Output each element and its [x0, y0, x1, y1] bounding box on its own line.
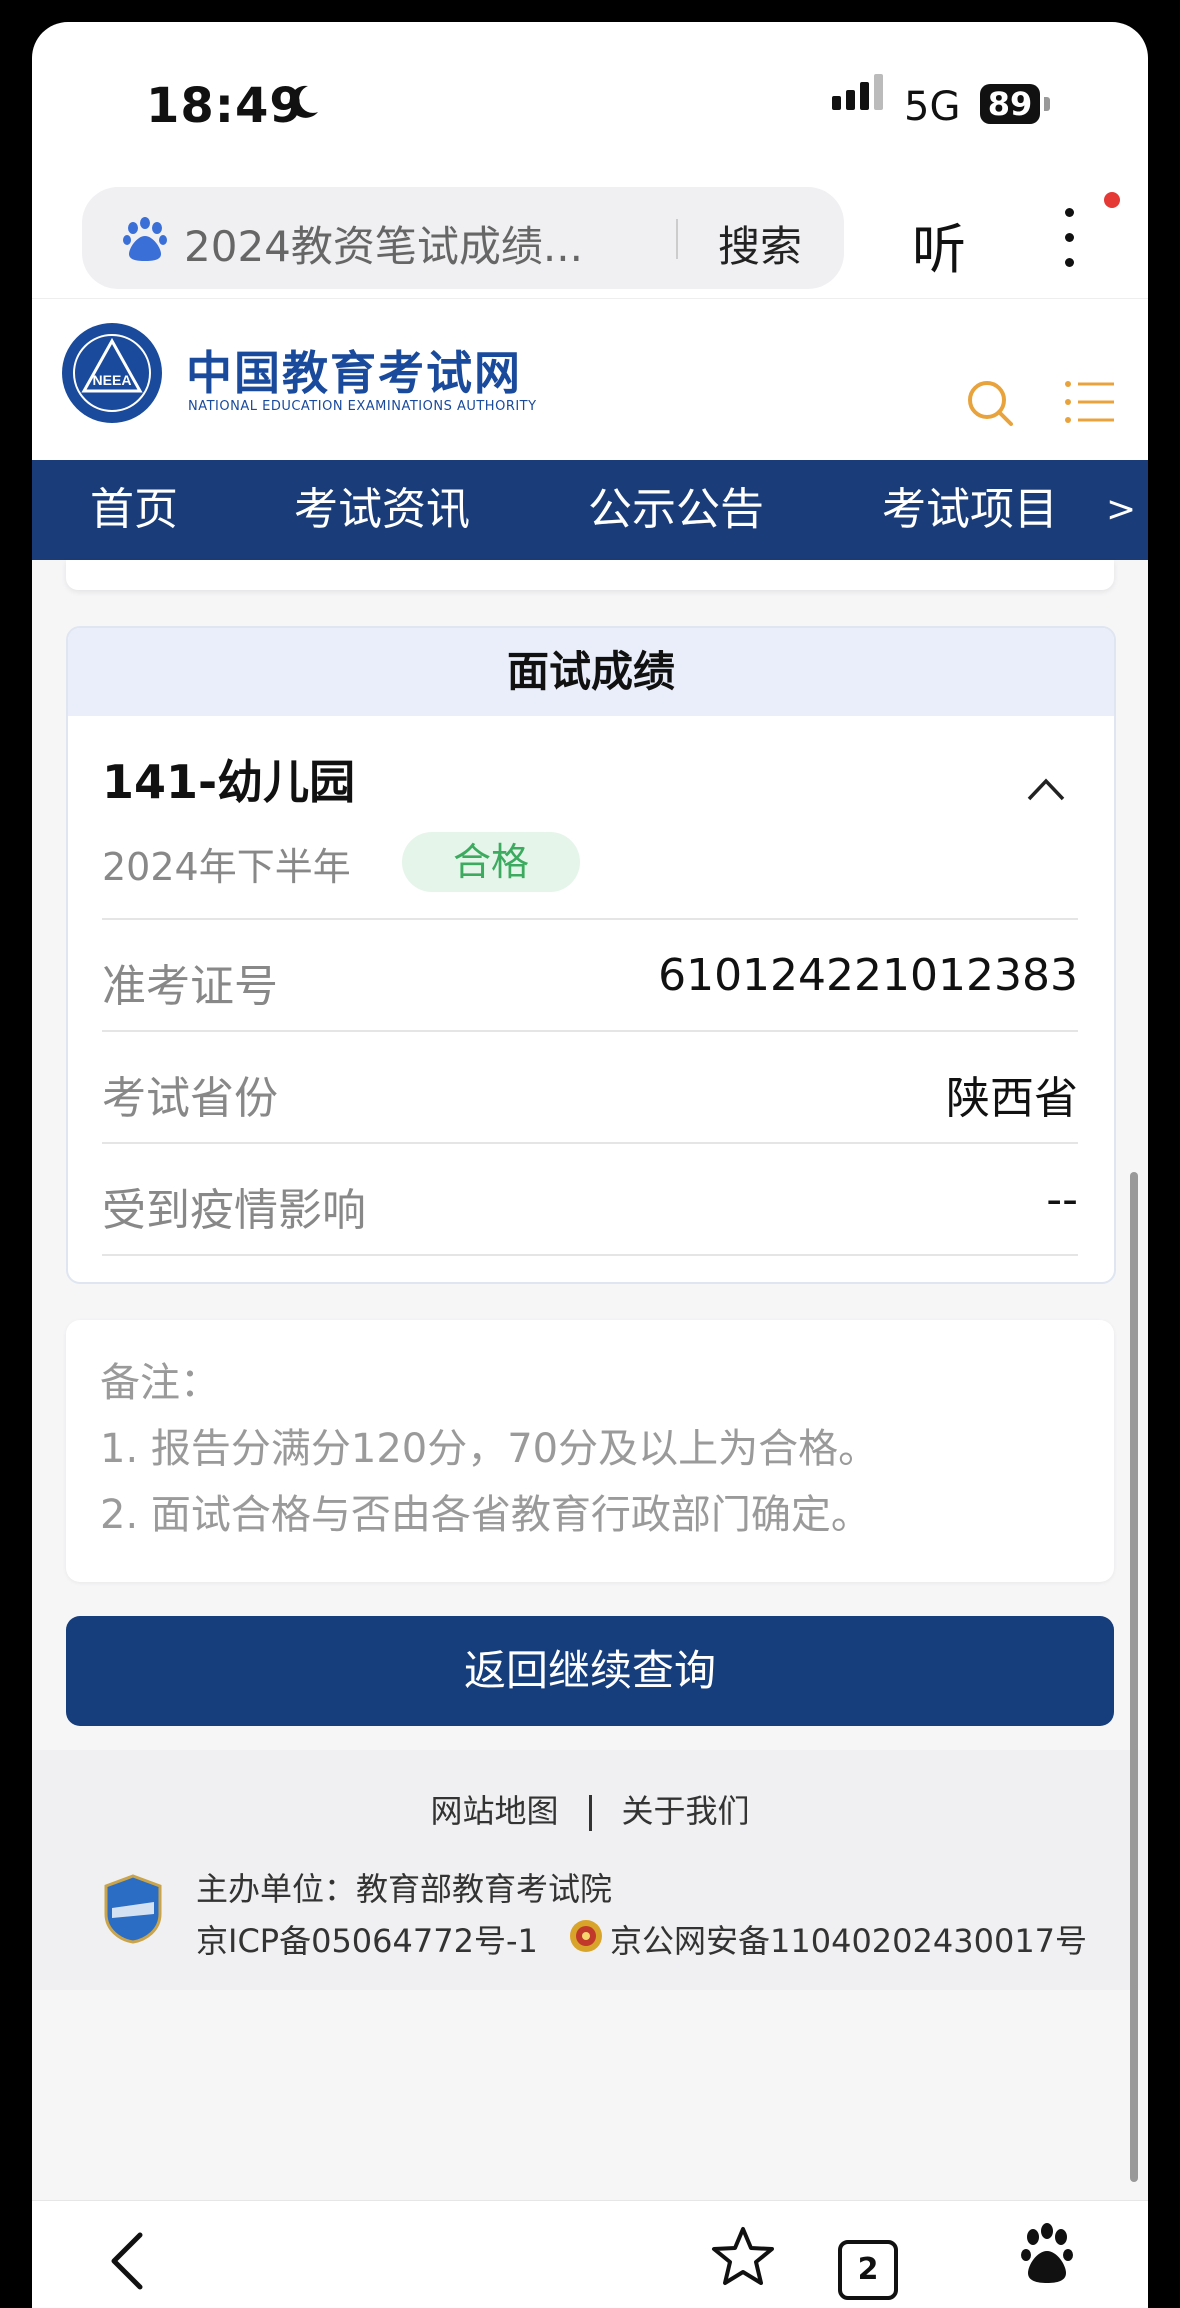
notes-title: 备注：: [100, 1360, 220, 1406]
baidu-home-icon[interactable]: [1018, 2223, 1076, 2287]
host-organization: 主办单位：教育部教育考试院: [196, 1870, 613, 1908]
footer-links: 网站地图 关于我们: [32, 1786, 1148, 1832]
nav-item-home[interactable]: 首页: [90, 460, 178, 560]
tabs-count-button[interactable]: 2: [838, 2240, 898, 2300]
neea-logo[interactable]: NEEA: [60, 321, 164, 425]
status-badge: 合格: [402, 832, 580, 892]
note-line-2: 2. 面试合格与否由各省教育行政部门确定。: [100, 1492, 871, 1538]
chevron-up-icon[interactable]: [1026, 776, 1066, 802]
notes-box: 备注： 1. 报告分满分120分，70分及以上为合格。 2. 面试合格与否由各省…: [66, 1320, 1114, 1582]
site-title[interactable]: 中国教育考试网: [186, 337, 522, 403]
baidu-paw-icon: [123, 217, 167, 261]
row-value: 陕西省: [946, 1073, 1078, 1124]
battery-tip: [1044, 97, 1050, 111]
footer-link-divider: [588, 1795, 592, 1831]
institution-badge-icon[interactable]: [104, 1874, 162, 1944]
sitemap-link[interactable]: 网站地图: [430, 1792, 558, 1830]
listen-button[interactable]: 听: [912, 205, 966, 284]
detail-row-epidemic: 受到疫情影响 --: [102, 1142, 1078, 1256]
battery-level: 89: [980, 84, 1040, 124]
site-header: NEEA 中国教育考试网 NATIONAL EDUCATION EXAMINAT…: [32, 298, 1148, 461]
search-query[interactable]: 2024教资笔试成绩...: [184, 213, 583, 274]
browser-search-bar[interactable]: 2024教资笔试成绩... 搜索: [82, 187, 844, 289]
subject-name: 141-幼儿园: [102, 755, 356, 809]
row-divider: [102, 1254, 1078, 1256]
nav-item-news[interactable]: 考试资讯: [294, 460, 470, 560]
phone-screen: 18:49 5G 89 2024教资笔试成绩... 搜索 听 NEEA 中国教育…: [32, 22, 1148, 2308]
row-label: 准考证号: [102, 961, 278, 1012]
status-time: 18:49: [146, 78, 304, 134]
note-line-1: 1. 报告分满分120分，70分及以上为合格。: [100, 1426, 879, 1472]
row-value: 610124221012383: [658, 950, 1078, 1001]
row-label: 受到疫情影响: [102, 1185, 366, 1236]
detail-row-province: 考试省份 陕西省: [102, 1030, 1078, 1144]
detail-row-ticket: 准考证号 610124221012383: [102, 918, 1078, 1032]
network-type: 5G: [904, 84, 961, 130]
svg-text:NEEA: NEEA: [93, 372, 132, 388]
previous-card-edge: [66, 560, 1114, 590]
moon-icon: [289, 85, 318, 118]
search-divider: [676, 219, 678, 259]
card-title: 面试成绩: [68, 628, 1114, 716]
page-scrollbar[interactable]: [1130, 1172, 1138, 2182]
site-footer: 网站地图 关于我们 主办单位：教育部教育考试院 京ICP备05064772号-1 …: [32, 1750, 1148, 1990]
interview-result-card: 面试成绩 141-幼儿园 2024年下半年 合格 准考证号 6101242210…: [66, 626, 1116, 1284]
site-subtitle: NATIONAL EDUCATION EXAMINATIONS AUTHORIT…: [188, 399, 537, 414]
notification-dot: [1104, 192, 1120, 208]
star-bookmark-icon[interactable]: [710, 2225, 776, 2287]
icp-record[interactable]: 京ICP备05064772号-1: [196, 1916, 538, 1962]
browser-toolbar: [32, 2200, 1148, 2308]
police-record[interactable]: 京公网安备11040202430017号: [610, 1916, 1087, 1962]
back-arrow-icon[interactable]: [108, 2231, 148, 2291]
page-content: 面试成绩 141-幼儿园 2024年下半年 合格 准考证号 6101242210…: [32, 560, 1148, 2220]
back-to-query-button[interactable]: 返回继续查询: [66, 1616, 1114, 1726]
police-emblem-icon: [570, 1920, 602, 1952]
nav-item-announcements[interactable]: 公示公告: [588, 460, 764, 560]
nav-item-exams[interactable]: 考试项目: [882, 460, 1058, 560]
more-menu-icon[interactable]: [1062, 208, 1076, 278]
row-value: --: [1046, 1174, 1078, 1225]
site-search-icon[interactable]: [964, 377, 1016, 429]
about-us-link[interactable]: 关于我们: [622, 1792, 750, 1830]
main-nav: 首页 考试资讯 公示公告 考试项目 >: [32, 460, 1148, 560]
row-label: 考试省份: [102, 1073, 278, 1124]
nav-more-arrow[interactable]: >: [1106, 460, 1136, 560]
search-button[interactable]: 搜索: [718, 213, 802, 274]
exam-semester: 2024年下半年: [102, 845, 351, 889]
site-menu-icon[interactable]: [1064, 379, 1116, 425]
